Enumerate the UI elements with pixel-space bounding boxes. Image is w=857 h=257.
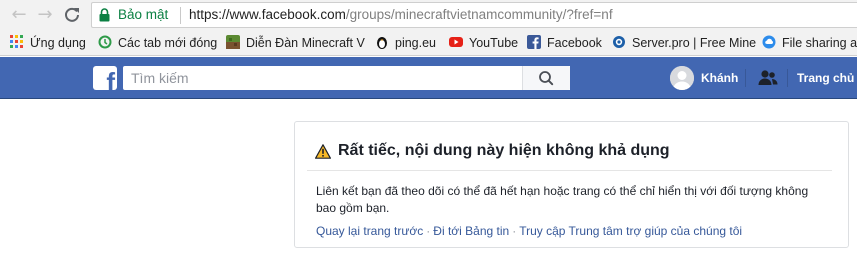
url-host: https://www.facebook.com (189, 7, 346, 22)
serverpro-icon (612, 35, 626, 49)
facebook-logo-icon[interactable]: f (93, 66, 117, 90)
warning-icon (315, 144, 331, 159)
browser-toolbar: ← → Bảo mật https://www.facebook.com/gro… (0, 0, 857, 30)
bookmark-file-sharing[interactable]: File sharing an (762, 35, 857, 51)
youtube-icon (449, 35, 463, 49)
bookmarks-bar: Ứng dụng Các tab mới đóng Diễn Đàn Minec… (0, 30, 857, 56)
avatar[interactable] (670, 66, 694, 90)
bookmark-serverpro[interactable]: Server.pro | Free Mine (612, 35, 756, 51)
lock-icon (99, 8, 110, 22)
header-divider (787, 69, 788, 87)
cloud-icon (762, 35, 776, 49)
penguin-icon (375, 35, 389, 49)
profile-name[interactable]: Khánh (701, 71, 738, 85)
link-separator: · (512, 224, 517, 238)
link-separator: · (426, 224, 431, 238)
bookmark-label: ping.eu (395, 36, 437, 50)
bookmark-label: Server.pro | Free Mine (632, 36, 757, 50)
content-unavailable-card: Rất tiếc, nội dung này hiện không khả dụ… (294, 121, 849, 248)
bookmark-label: Các tab mới đóng (118, 36, 218, 50)
search-icon (539, 71, 554, 86)
error-title: Rất tiếc, nội dung này hiện không khả dụ… (338, 142, 670, 159)
search-button[interactable] (522, 66, 570, 90)
bookmark-label: Diễn Đàn Minecraft V (246, 36, 365, 50)
default-avatar-icon (670, 66, 694, 90)
bookmark-label: YouTube (469, 36, 519, 50)
minecraft-icon (226, 35, 240, 49)
bookmark-youtube[interactable]: YouTube (449, 35, 518, 51)
home-link[interactable]: Trang chủ (797, 71, 854, 85)
header-divider (745, 69, 746, 87)
help-center-link[interactable]: Truy cập Trung tâm trợ giúp của chúng tô… (519, 224, 742, 238)
apps-grid-icon (10, 35, 24, 49)
bookmark-facebook[interactable]: Facebook (527, 35, 602, 51)
help-links: Quay lại trang trước · Đi tới Bảng tin · Tru… (316, 224, 742, 238)
bookmark-apps[interactable]: Ứng dụng (10, 35, 86, 51)
search-input[interactable] (131, 70, 521, 86)
reload-icon[interactable] (61, 4, 83, 26)
omnibox-separator (180, 7, 181, 24)
error-description: Liên kết bạn đã theo dõi có thể đã hết h… (316, 184, 809, 215)
url-path: /groups/minecraftvietnamcommunity/?fref=… (345, 7, 613, 22)
forward-arrow-icon[interactable]: → (34, 4, 56, 26)
history-icon (98, 35, 112, 49)
bookmark-label: Facebook (547, 36, 602, 50)
search-box (123, 66, 570, 90)
facebook-header: f Khánh Trang chủ (0, 57, 857, 99)
bookmark-label: File sharing an (782, 36, 857, 50)
secure-label: Bảo mật (118, 7, 169, 22)
bookmark-label: Ứng dụng (30, 36, 86, 50)
facebook-icon (527, 35, 541, 49)
news-feed-link[interactable]: Đi tới Bảng tin (433, 224, 509, 238)
bookmark-minecraft-forum[interactable]: Diễn Đàn Minecraft V (226, 35, 365, 51)
bookmark-recent-tabs[interactable]: Các tab mới đóng (98, 35, 217, 51)
card-header: Rất tiếc, nội dung này hiện không khả dụ… (307, 122, 832, 171)
bookmark-ping-eu[interactable]: ping.eu (375, 35, 436, 51)
back-arrow-icon[interactable]: ← (8, 4, 30, 26)
url-text[interactable]: https://www.facebook.com/groups/minecraf… (189, 7, 613, 22)
address-bar[interactable]: Bảo mật https://www.facebook.com/groups/… (91, 2, 857, 28)
friend-requests-icon[interactable] (758, 69, 778, 87)
go-back-link[interactable]: Quay lại trang trước (316, 224, 423, 238)
